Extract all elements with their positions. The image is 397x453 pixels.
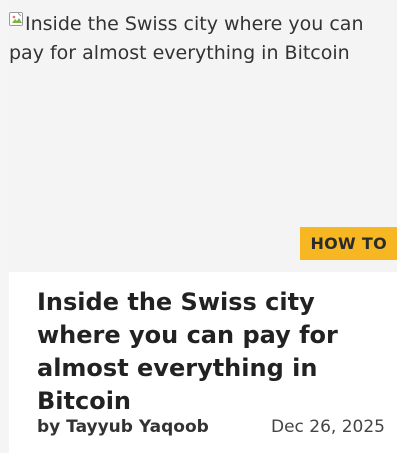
article-content: Inside the Swiss city where you can pay … <box>37 286 389 418</box>
broken-image: Inside the Swiss city where you can pay … <box>9 10 397 68</box>
article-image[interactable]: Inside the Swiss city where you can pay … <box>9 0 397 272</box>
article-card[interactable]: Inside the Swiss city where you can pay … <box>0 0 397 453</box>
category-badge[interactable]: HOW TO <box>300 227 397 260</box>
article-title[interactable]: Inside the Swiss city where you can pay … <box>37 286 389 418</box>
left-gutter <box>0 0 9 453</box>
image-alt-text: Inside the Swiss city where you can pay … <box>9 13 364 64</box>
author-name[interactable]: by Tayyub Yaqoob <box>37 414 209 440</box>
publish-date: Dec 26, 2025 <box>270 417 385 437</box>
broken-image-icon <box>9 12 23 26</box>
article-meta: by Tayyub Yaqoob Dec 26, 2025 <box>37 414 385 440</box>
